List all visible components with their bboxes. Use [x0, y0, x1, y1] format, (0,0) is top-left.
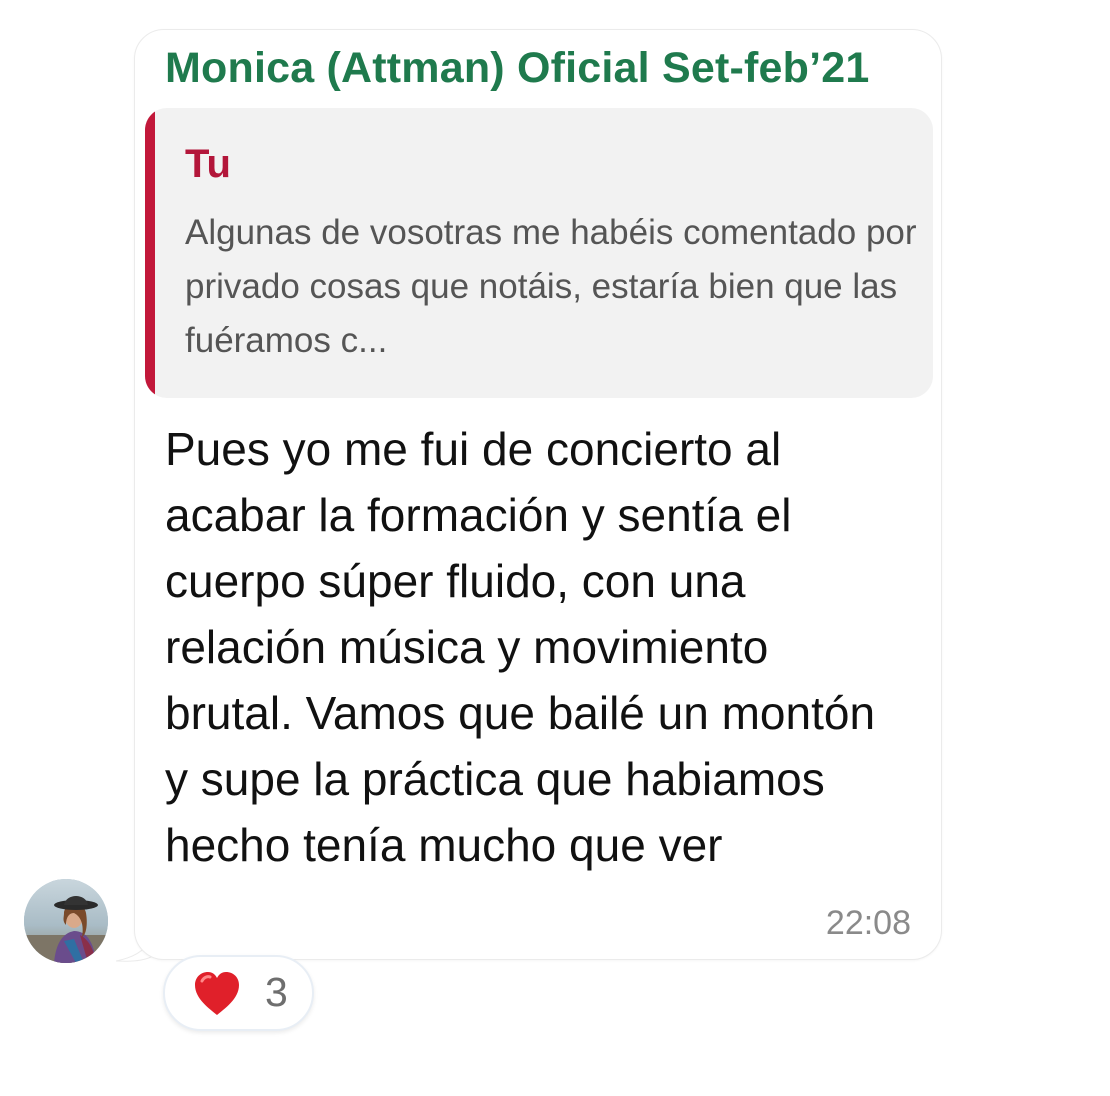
avatar[interactable] — [24, 879, 108, 963]
quote-accent-bar — [145, 108, 155, 398]
chat-view: Monica (Attman) Oficial Set-feb’21 Tu Al… — [0, 0, 1110, 1096]
quote-text: Algunas de vosotras me habéis comentado … — [185, 213, 917, 360]
quote-author: Tu — [185, 142, 231, 186]
reaction-count: 3 — [265, 969, 288, 1015]
quoted-message[interactable]: Tu Algunas de vosotras me habéis comenta… — [145, 108, 933, 398]
heart-icon — [195, 972, 239, 1015]
sender-name[interactable]: Monica (Attman) Oficial Set-feb’21 — [165, 44, 869, 93]
message-bubble[interactable]: Monica (Attman) Oficial Set-feb’21 Tu Al… — [134, 29, 942, 960]
message-timestamp: 22:08 — [825, 904, 911, 942]
reaction-pill[interactable]: 3 — [163, 955, 314, 1031]
message-text: Pues yo me fui de concierto al acabar la… — [165, 423, 876, 871]
avatar-image — [24, 879, 108, 963]
